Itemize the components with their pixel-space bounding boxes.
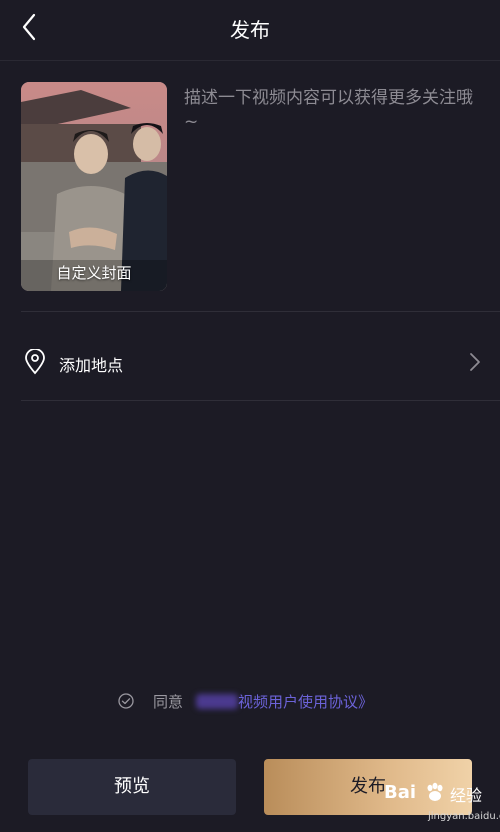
add-location-row[interactable]: 添加地点 bbox=[21, 336, 485, 390]
check-circle-icon[interactable] bbox=[118, 693, 134, 709]
agreement-prefix: 同意 bbox=[153, 693, 184, 711]
divider bbox=[21, 311, 500, 312]
location-pin-icon bbox=[24, 348, 46, 375]
description-input[interactable] bbox=[182, 84, 486, 148]
cover-label: 自定义封面 bbox=[56, 264, 132, 282]
header-divider bbox=[0, 60, 500, 61]
paw-icon bbox=[424, 782, 446, 804]
location-label: 添加地点 bbox=[59, 356, 124, 375]
preview-button[interactable]: 预览 bbox=[28, 759, 236, 815]
cover-thumbnail[interactable]: 自定义封面 bbox=[21, 82, 167, 291]
page-title: 发布 bbox=[230, 18, 270, 42]
cover-image bbox=[21, 82, 167, 291]
user-agreement-link[interactable]: 视频用户使用协议》 bbox=[238, 691, 373, 712]
baidu-jingyan-watermark: Bai 经验 jingyan.baidu.com bbox=[384, 782, 500, 828]
blurred-app-name bbox=[196, 694, 238, 709]
chevron-right-icon bbox=[469, 352, 481, 372]
watermark-url: jingyan.baidu.com bbox=[428, 811, 500, 822]
watermark-logo: Bai bbox=[384, 782, 417, 803]
top-bar: 发布 bbox=[0, 0, 500, 56]
divider bbox=[21, 400, 500, 401]
watermark-text: 经验 bbox=[450, 786, 483, 805]
